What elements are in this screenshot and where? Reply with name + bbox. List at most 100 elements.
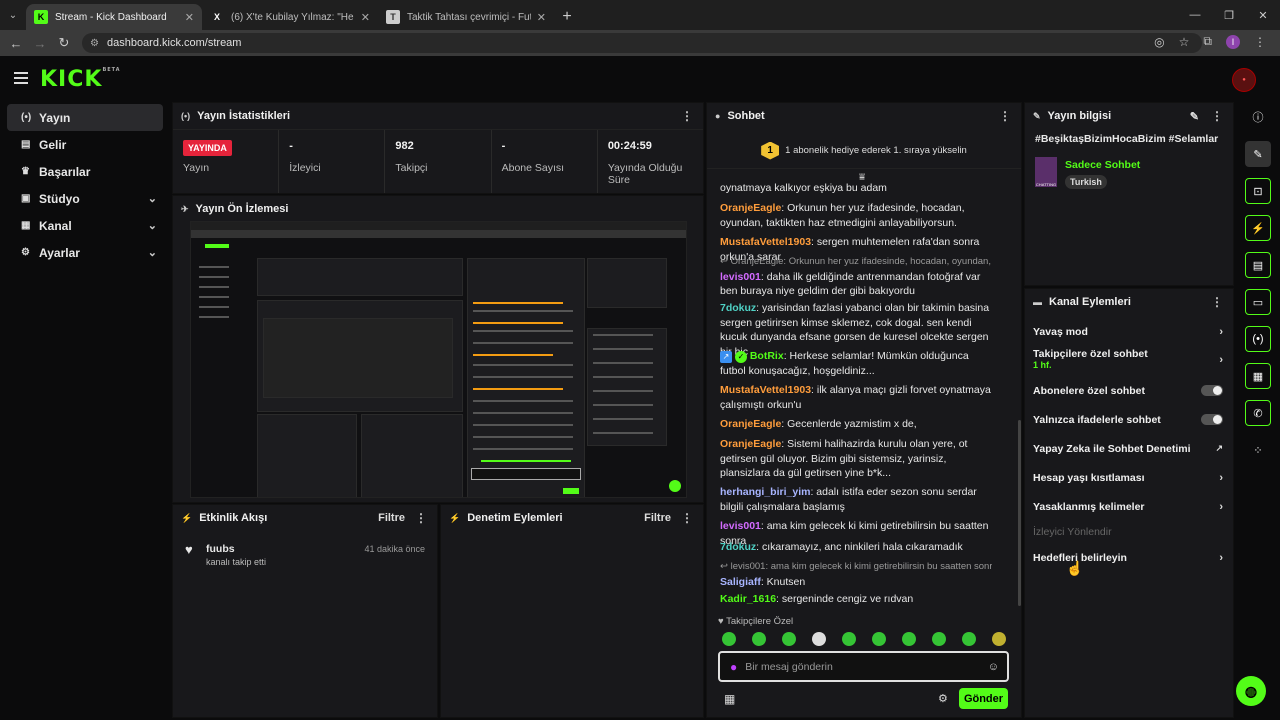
chat-username[interactable]: OranjeEagle	[720, 202, 781, 214]
bookmark-star-icon[interactable]: ☆	[1179, 35, 1190, 49]
back-icon[interactable]: ←	[4, 36, 28, 51]
more-menu-icon[interactable]: ⋮	[681, 109, 693, 123]
emote-icon[interactable]	[842, 632, 856, 646]
dots-icon[interactable]: ⁘	[1245, 437, 1271, 463]
filter-button[interactable]: Filtre	[378, 512, 405, 524]
hamburger-menu-icon[interactable]	[14, 72, 28, 87]
rank-badge: 1	[761, 141, 780, 160]
chat-settings-gear-icon[interactable]: ⚙	[938, 692, 948, 705]
chat-username[interactable]: BotRix	[750, 350, 784, 362]
tab-taktik[interactable]: T Taktik Tahtası çevrimiçi - Futbol ✕	[378, 4, 554, 30]
sidebar-item-yayin[interactable]: (•) Yayın	[7, 104, 163, 131]
gift-leaderboard-banner[interactable]: 1 1 abonelik hediye ederek 1. sıraya yük…	[707, 133, 1021, 169]
restore-icon[interactable]: ❐	[1212, 0, 1246, 30]
more-menu-icon[interactable]: ⋮	[999, 109, 1011, 123]
chat-username[interactable]: 7dokuz	[720, 302, 756, 314]
close-tab-icon[interactable]: ✕	[537, 11, 546, 24]
chat-username[interactable]: OranjeEagle	[720, 418, 781, 430]
url-bar[interactable]: ⚙ dashboard.kick.com/stream	[82, 33, 1202, 53]
send-button[interactable]: Gönder	[959, 688, 1008, 709]
banned-words-item[interactable]: Yasaklanmış kelimeler ›	[1025, 492, 1233, 521]
close-tab-icon[interactable]: ✕	[185, 11, 194, 24]
event-user[interactable]: fuubs	[206, 543, 235, 555]
chat-scrollbar[interactable]	[1018, 420, 1021, 606]
layout-icon[interactable]: ▦	[1245, 363, 1271, 389]
broadcast-signal-icon[interactable]: (•)	[1245, 326, 1271, 352]
tab-search-icon[interactable]: ⌄	[0, 0, 26, 30]
set-goals-item[interactable]: Hedefleri belirleyin ›	[1025, 543, 1233, 572]
emote-icon[interactable]	[782, 632, 796, 646]
document-icon[interactable]: ▤	[1245, 252, 1271, 278]
new-tab-icon[interactable]: +	[554, 4, 580, 30]
sidebar-item-studyo[interactable]: ▣ Stüdyo ⌄	[7, 185, 163, 212]
emoji-picker-icon[interactable]: ☺	[988, 661, 999, 673]
emote-icon[interactable]	[812, 632, 826, 646]
chat-icon[interactable]: ▭	[1245, 289, 1271, 315]
ai-moderation-item[interactable]: Yapay Zeka ile Sohbet Denetimi ↗	[1025, 434, 1233, 463]
age-restriction-item[interactable]: Hesap yaşı kısıtlaması ›	[1025, 463, 1233, 492]
language-tag[interactable]: Turkish	[1065, 175, 1107, 189]
emote-icon[interactable]	[932, 632, 946, 646]
wrench-tool-icon[interactable]: ✆	[1245, 400, 1271, 426]
more-menu-icon[interactable]: ⋮	[1211, 109, 1223, 123]
slow-mode-item[interactable]: Yavaş mod ›	[1025, 317, 1233, 346]
info-icon[interactable]: ⓘ	[1245, 104, 1271, 130]
subs-chat-toggle[interactable]	[1201, 385, 1223, 396]
emote-icon[interactable]	[962, 632, 976, 646]
profile-avatar[interactable]: I	[1226, 34, 1240, 49]
more-menu-icon[interactable]: ⋮	[1211, 295, 1223, 309]
stat-label: Yayında Olduğu Süre	[607, 162, 683, 186]
emote-chat-item[interactable]: Yalnızca ifadelerle sohbet	[1025, 405, 1233, 434]
help-chat-icon[interactable]: ◍	[1236, 676, 1266, 706]
forward-icon[interactable]: →	[28, 36, 52, 51]
kick-logo[interactable]: KICKBETA	[40, 67, 121, 92]
eye-off-icon[interactable]: ◎	[1154, 35, 1164, 49]
chevron-right-icon: ›	[1219, 325, 1223, 338]
chat-username[interactable]: Saligiaff	[720, 576, 761, 588]
browser-menu-icon[interactable]: ⋮	[1254, 35, 1266, 49]
emote-chat-toggle[interactable]	[1201, 414, 1223, 425]
reload-icon[interactable]: ↻	[52, 35, 76, 51]
site-info-icon[interactable]: ⚙	[90, 38, 99, 49]
gift-icon[interactable]: ▦	[724, 692, 735, 706]
stream-title: #BeşiktaşBizimHocaBizim #Selamlar	[1035, 133, 1219, 145]
category-name[interactable]: Sadece Sohbet	[1065, 159, 1140, 171]
close-window-icon[interactable]: ✕	[1246, 0, 1280, 30]
subs-chat-item[interactable]: Abonelere özel sohbet	[1025, 376, 1233, 405]
extensions-icon[interactable]: ⧉	[1203, 34, 1212, 49]
tab-kick-dashboard[interactable]: K Stream - Kick Dashboard ✕	[26, 4, 202, 30]
screenshot-icon[interactable]: ⊡	[1245, 178, 1271, 204]
emote-icon[interactable]	[752, 632, 766, 646]
filter-button[interactable]: Filtre	[644, 512, 671, 524]
tab-x[interactable]: X (6) X'te Kubilay Yılmaz: "He x-D ✕	[202, 4, 378, 30]
chat-username[interactable]: herhangi_biri_yim	[720, 486, 810, 498]
sidebar-item-basarilar[interactable]: ♛ Başarılar	[7, 158, 163, 185]
sidebar-item-gelir[interactable]: ▤ Gelir	[7, 131, 163, 158]
chat-username[interactable]: MustafaVettel1903	[720, 236, 811, 248]
emote-icon[interactable]	[872, 632, 886, 646]
category-thumbnail[interactable]: CHATTING	[1035, 157, 1057, 187]
sidebar-item-kanal[interactable]: ▦ Kanal ⌄	[7, 212, 163, 239]
emote-icon[interactable]	[722, 632, 736, 646]
followers-chat-item[interactable]: Takipçilere özel sohbet 1 hf. ›	[1025, 346, 1233, 376]
chat-username[interactable]: levis001	[720, 520, 761, 532]
sidebar-item-ayarlar[interactable]: ⚙ Ayarlar ⌄	[7, 239, 163, 266]
chat-input[interactable]: ● Bir mesaj gönderin ☺	[718, 651, 1009, 682]
emote-icon[interactable]	[992, 632, 1006, 646]
mic-icon[interactable]: ●	[730, 660, 737, 674]
stream-preview-video[interactable]	[190, 221, 687, 498]
chat-username[interactable]: MustafaVettel1903	[720, 384, 811, 396]
minimize-icon[interactable]: —	[1178, 0, 1212, 30]
chat-username[interactable]: 7dokuz	[720, 541, 756, 553]
edit-icon[interactable]: ✎	[1245, 141, 1271, 167]
chat-username[interactable]: Kadir_1616	[720, 593, 776, 605]
emote-icon[interactable]	[902, 632, 916, 646]
chat-username[interactable]: OranjeEagle	[720, 438, 781, 450]
chat-username[interactable]: levis001	[720, 271, 761, 283]
user-avatar[interactable]: ●	[1232, 68, 1256, 92]
lightning-icon[interactable]: ⚡	[1245, 215, 1271, 241]
edit-pencil-icon[interactable]: ✎	[1190, 110, 1199, 123]
more-menu-icon[interactable]: ⋮	[415, 511, 427, 525]
more-menu-icon[interactable]: ⋮	[681, 511, 693, 525]
close-tab-icon[interactable]: ✕	[361, 11, 370, 24]
